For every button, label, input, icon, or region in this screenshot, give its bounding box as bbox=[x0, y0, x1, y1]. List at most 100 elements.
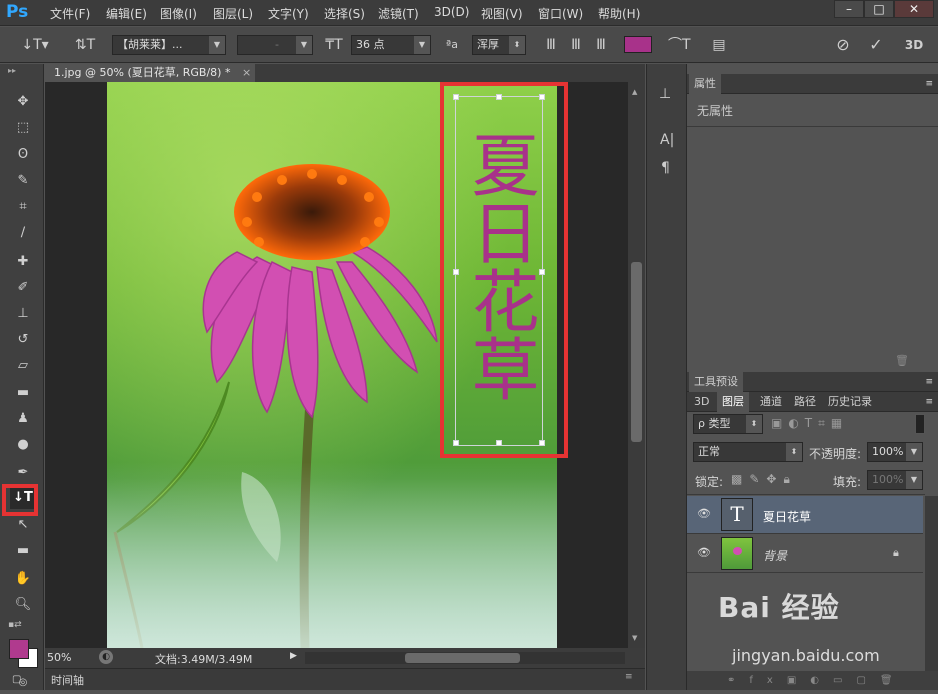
hscroll-thumb[interactable] bbox=[405, 653, 520, 663]
menu-bar: Ps 文件(F) 编辑(E) 图像(I) 图层(L) 文字(Y) 选择(S) 滤… bbox=[0, 0, 938, 26]
marquee-tool-icon[interactable]: ⬚ bbox=[10, 117, 36, 139]
timeline-panel-header[interactable]: 时间轴 ≡ bbox=[45, 668, 645, 690]
scroll-down-icon[interactable]: ▼ bbox=[632, 634, 637, 642]
close-window-button[interactable]: ✕ bbox=[894, 0, 934, 18]
text-color-swatch[interactable] bbox=[624, 36, 652, 53]
tab-properties[interactable]: 属性 bbox=[689, 74, 721, 94]
layer-row-background[interactable]: 👁︎ 背景 🔒︎ bbox=[687, 535, 923, 573]
minimize-button[interactable]: – bbox=[834, 0, 864, 18]
align-top-icon[interactable]: Ⅲ bbox=[540, 36, 562, 54]
panel-menu-icon[interactable]: ≡ bbox=[625, 672, 633, 682]
cancel-edit-icon[interactable]: ⊘ bbox=[832, 36, 854, 54]
character-icon[interactable]: A| bbox=[660, 132, 674, 148]
status-menu-arrow-icon[interactable]: ▶ bbox=[290, 651, 297, 661]
tools-panel: ▸▸ ✥ ⬚ ʘ ✎ ⌗ ∕ ✚ ✐ ⊥ ↺ ▱ ▬ ♟ ● ✒ ↓T ↖ ▬ … bbox=[0, 64, 44, 690]
layer-filter-icons[interactable]: ▣◐T⌗▦ bbox=[771, 416, 848, 431]
filter-toggle-switch[interactable] bbox=[915, 414, 925, 434]
healing-brush-tool-icon[interactable]: ✚ bbox=[10, 251, 36, 273]
scrollbar-thumb[interactable] bbox=[631, 262, 642, 442]
gradient-tool-icon[interactable]: ▬ bbox=[10, 382, 36, 404]
menu-filter[interactable]: 滤镜(T) bbox=[378, 5, 419, 22]
layer-name[interactable]: 背景 bbox=[763, 547, 787, 564]
tab-3d[interactable]: 3D bbox=[689, 392, 714, 412]
rectangle-tool-icon[interactable]: ▬ bbox=[10, 540, 36, 562]
panel-menu-icon[interactable]: ≡ bbox=[925, 74, 933, 94]
crop-tool-icon[interactable]: ⌗ bbox=[10, 196, 36, 218]
dodge-tool-icon[interactable]: ● bbox=[10, 434, 36, 456]
blur-tool-icon[interactable]: ♟ bbox=[10, 408, 36, 430]
character-panel-icon[interactable]: ▤ bbox=[708, 36, 730, 54]
panel-menu-icon[interactable]: ≡ bbox=[925, 392, 933, 412]
tab-tool-presets[interactable]: 工具预设 bbox=[689, 372, 743, 392]
anti-alias-select[interactable]: 浑厚 ⬍ bbox=[472, 35, 526, 55]
path-selection-tool-icon[interactable]: ↖ bbox=[10, 514, 36, 536]
menu-type[interactable]: 文字(Y) bbox=[268, 5, 309, 22]
layer-filter-kind-select[interactable]: ρ 类型 ⬍ bbox=[693, 414, 763, 434]
commit-edit-icon[interactable]: ✓ bbox=[865, 36, 887, 54]
blend-mode-select[interactable]: 正常 ⬍ bbox=[693, 442, 803, 462]
layers-scrollbar[interactable] bbox=[925, 496, 938, 671]
tab-paths[interactable]: 路径 bbox=[789, 392, 821, 412]
tool-presets-icon[interactable]: ⊥ bbox=[659, 86, 671, 102]
opacity-input[interactable]: 100% ▼ bbox=[867, 442, 923, 462]
history-brush-tool-icon[interactable]: ↺ bbox=[10, 329, 36, 351]
trash-icon[interactable]: 🗑︎ bbox=[895, 354, 909, 367]
layer-row-text[interactable]: 👁︎ T 夏日花草 bbox=[687, 496, 923, 534]
menu-3d[interactable]: 3D(D) bbox=[434, 5, 469, 19]
align-bottom-icon[interactable]: Ⅲ bbox=[590, 36, 612, 54]
menu-edit[interactable]: 编辑(E) bbox=[106, 5, 147, 22]
stamp-tool-icon[interactable]: ⊥ bbox=[10, 303, 36, 325]
document-tab[interactable]: 1.jpg @ 50% (夏日花草, RGB/8) * × bbox=[45, 64, 255, 82]
status-info-icon[interactable]: ◐ bbox=[99, 650, 113, 664]
font-family-value: 【胡莱莱】... bbox=[117, 38, 183, 51]
paragraph-icon[interactable]: ¶ bbox=[661, 160, 670, 176]
font-size-select[interactable]: 36 点 ▼ bbox=[351, 35, 431, 55]
eraser-tool-icon[interactable]: ▱ bbox=[10, 355, 36, 377]
maximize-button[interactable]: □ bbox=[864, 0, 894, 18]
quick-selection-tool-icon[interactable]: ✎ bbox=[10, 170, 36, 192]
canvas-vertical-scrollbar[interactable]: ▲ ▼ bbox=[628, 82, 645, 648]
menu-image[interactable]: 图像(I) bbox=[160, 5, 197, 22]
visibility-eye-icon[interactable]: 👁︎ bbox=[697, 547, 711, 559]
canvas-area[interactable]: 夏日花草 bbox=[45, 82, 628, 648]
layers-footer-icons[interactable]: ⚭fx▣◐▭▢🗑︎ bbox=[687, 671, 938, 690]
menu-window[interactable]: 窗口(W) bbox=[538, 5, 583, 22]
warp-text-icon[interactable]: ⌒T bbox=[668, 36, 691, 54]
tab-history[interactable]: 历史记录 bbox=[823, 392, 877, 412]
close-tab-icon[interactable]: × bbox=[242, 66, 251, 79]
font-family-select[interactable]: 【胡莱莱】... ▼ bbox=[112, 35, 226, 55]
layer-name[interactable]: 夏日花草 bbox=[763, 508, 811, 525]
type-tool-preset-icon[interactable]: ↓T▾ bbox=[20, 36, 50, 54]
eyedropper-tool-icon[interactable]: ∕ bbox=[10, 222, 36, 244]
3d-mode-button[interactable]: 3D bbox=[903, 36, 925, 54]
brush-tool-icon[interactable]: ✐ bbox=[10, 277, 36, 299]
default-colors-icon[interactable]: ▪⇄ bbox=[8, 620, 22, 630]
move-tool-icon[interactable]: ✥ bbox=[10, 91, 36, 113]
foreground-color-swatch[interactable] bbox=[9, 639, 29, 659]
menu-help[interactable]: 帮助(H) bbox=[598, 5, 640, 22]
menu-layer[interactable]: 图层(L) bbox=[213, 5, 253, 22]
scroll-up-icon[interactable]: ▲ bbox=[632, 88, 637, 96]
toggle-text-orientation-icon[interactable]: ⇅T bbox=[74, 36, 96, 54]
align-center-icon[interactable]: Ⅲ bbox=[565, 36, 587, 54]
timeline-label[interactable]: 时间轴 bbox=[51, 672, 84, 688]
panel-menu-icon[interactable]: ≡ bbox=[925, 372, 933, 392]
pen-tool-icon[interactable]: ✒ bbox=[10, 462, 36, 484]
font-style-select[interactable]: - ▼ bbox=[237, 35, 313, 55]
fill-input[interactable]: 100% ▼ bbox=[867, 470, 923, 490]
canvas-horizontal-scrollbar[interactable] bbox=[305, 652, 625, 664]
baidu-jingyan-logo: Bai 经验 bbox=[718, 591, 840, 624]
zoom-level[interactable]: 50% bbox=[47, 651, 71, 664]
menu-file[interactable]: 文件(F) bbox=[50, 5, 90, 22]
menu-select[interactable]: 选择(S) bbox=[324, 5, 365, 22]
lock-options-icons[interactable]: ▩✎✥🔒︎ bbox=[731, 472, 797, 487]
hand-tool-icon[interactable]: ✋ bbox=[10, 568, 36, 590]
tab-layers[interactable]: 图层 bbox=[717, 392, 749, 412]
visibility-eye-icon[interactable]: 👁︎ bbox=[697, 508, 711, 520]
lasso-tool-icon[interactable]: ʘ bbox=[10, 144, 36, 166]
collapse-arrows-icon[interactable]: ▸▸ bbox=[8, 66, 16, 75]
menu-view[interactable]: 视图(V) bbox=[481, 5, 523, 22]
zoom-tool-icon[interactable]: 🔍︎ bbox=[10, 594, 36, 616]
screen-mode-icon[interactable]: ▢ bbox=[12, 674, 21, 685]
tab-channels[interactable]: 通道 bbox=[755, 392, 787, 412]
